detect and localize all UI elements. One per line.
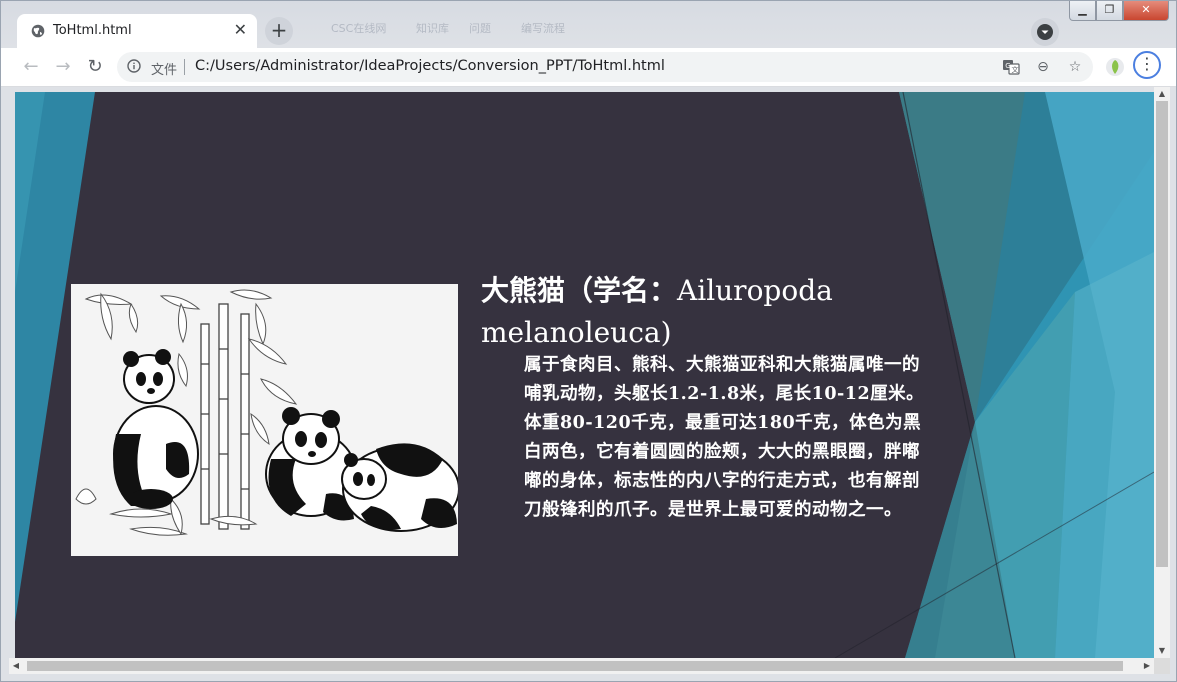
close-window-button[interactable]: ✕ <box>1123 1 1169 21</box>
tab-strip: ToHtml.html ✕ + CSC在线网 知识库 问题 编写流程 ▁ ❐ ✕ <box>1 1 1176 48</box>
svg-text:G: G <box>1005 62 1010 70</box>
background-tab-3[interactable]: 问题 <box>469 20 491 36</box>
horizontal-scroll-thumb[interactable] <box>27 661 1123 671</box>
url-text[interactable]: C:/Users/Administrator/IdeaProjects/Conv… <box>195 58 665 74</box>
maximize-button[interactable]: ❐ <box>1096 1 1123 21</box>
browser-window: ToHtml.html ✕ + CSC在线网 知识库 问题 编写流程 ▁ ❐ ✕… <box>0 0 1177 682</box>
back-button[interactable]: ← <box>18 54 44 80</box>
chevron-down-icon <box>1037 24 1053 40</box>
vertical-scrollbar[interactable]: ▲ ▼ <box>1154 87 1170 658</box>
svg-text:文: 文 <box>1012 65 1019 74</box>
bookmark-star-icon[interactable]: ☆ <box>1066 58 1084 76</box>
panda-illustration <box>71 284 458 556</box>
info-icon[interactable] <box>127 59 141 73</box>
scheme-label: 文件 <box>151 63 178 78</box>
background-tab-2[interactable]: 知识库 <box>416 20 449 36</box>
address-bar[interactable]: 文件 C:/Users/Administrator/IdeaProjects/C… <box>117 52 1093 82</box>
scroll-left-arrow[interactable]: ◀ <box>9 658 23 674</box>
address-separator <box>184 59 185 75</box>
tab-search-dropdown[interactable] <box>1031 18 1059 46</box>
background-tab-1[interactable]: CSC在线网 <box>331 20 386 36</box>
scrollbar-corner <box>1154 658 1170 674</box>
browser-toolbar: ← → ↻ 文件 C:/Users/Administrator/IdeaProj… <box>1 48 1176 87</box>
reload-button[interactable]: ↻ <box>82 54 108 80</box>
zoom-out-icon[interactable]: ⊖ <box>1034 58 1052 76</box>
active-tab[interactable]: ToHtml.html ✕ <box>17 14 257 48</box>
menu-button[interactable]: ⋮ <box>1133 51 1161 79</box>
slide-title: 大熊猫（学名：Ailuropoda melanoleuca) <box>481 270 931 354</box>
horizontal-scrollbar[interactable]: ◀ ▶ <box>9 658 1154 674</box>
scroll-right-arrow[interactable]: ▶ <box>1140 658 1154 674</box>
extension-icon[interactable] <box>1105 57 1125 77</box>
forward-button[interactable]: → <box>50 54 76 80</box>
globe-icon <box>31 24 45 38</box>
scroll-down-arrow[interactable]: ▼ <box>1154 644 1170 658</box>
slide-body-text: 属于食肉目、熊科、大熊猫亚科和大熊猫属唯一的哺乳动物，头躯长1.2-1.8米，尾… <box>524 355 925 520</box>
slide-title-chinese: 大熊猫（学名： <box>481 274 678 307</box>
scroll-up-arrow[interactable]: ▲ <box>1154 87 1170 101</box>
minimize-button[interactable]: ▁ <box>1069 1 1096 21</box>
tab-title: ToHtml.html <box>53 23 132 38</box>
tab-close-icon[interactable]: ✕ <box>234 21 247 39</box>
page-viewport: 大熊猫（学名：Ailuropoda melanoleuca) 属于食肉目、熊科、… <box>15 92 1154 658</box>
new-tab-button[interactable]: + <box>265 17 293 45</box>
panda-image <box>71 284 458 556</box>
translate-icon[interactable]: G 文 <box>1002 58 1020 76</box>
background-tab-4[interactable]: 编写流程 <box>521 20 565 36</box>
vertical-scroll-thumb[interactable] <box>1156 101 1168 567</box>
